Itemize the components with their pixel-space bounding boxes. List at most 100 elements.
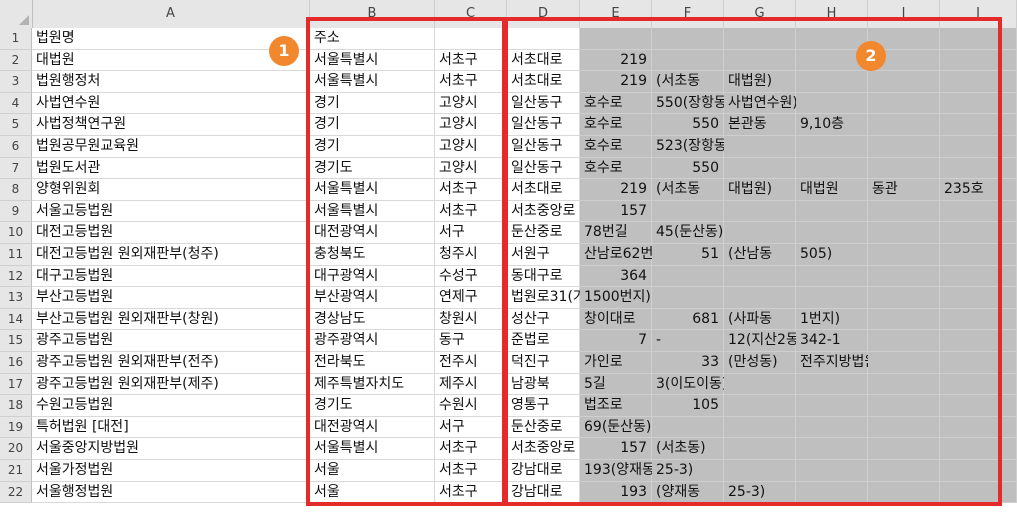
cell-j9[interactable] xyxy=(940,200,1017,223)
cell-g22[interactable]: 25-3) xyxy=(724,481,796,504)
cell-c8[interactable]: 서초구 xyxy=(435,179,507,201)
cell-g10[interactable] xyxy=(724,222,796,244)
cell-b14[interactable]: 경상남도 xyxy=(310,308,435,331)
cell-j3[interactable] xyxy=(940,71,1017,93)
cell-b5[interactable]: 경기 xyxy=(310,114,435,136)
cell-d1[interactable] xyxy=(507,28,580,50)
cell-g18[interactable] xyxy=(724,395,796,417)
cell-f18[interactable]: 105 xyxy=(652,395,724,417)
cell-c16[interactable]: 전주시 xyxy=(435,352,507,374)
cell-a10[interactable]: 대전고등법원 xyxy=(32,222,310,244)
cell-j18[interactable] xyxy=(940,395,1017,417)
cell-b21[interactable]: 서울 xyxy=(310,460,435,482)
cell-j6[interactable] xyxy=(940,136,1017,158)
cell-e4[interactable]: 호수로 xyxy=(580,92,652,115)
cell-b10[interactable]: 대전광역시 xyxy=(310,222,435,244)
cell-b1[interactable]: 주소 xyxy=(310,28,435,50)
cell-a1[interactable]: 법원명 xyxy=(32,28,310,50)
cell-f14[interactable]: 681 xyxy=(652,308,724,331)
column-header-h[interactable]: H xyxy=(796,0,868,28)
cell-j16[interactable] xyxy=(940,352,1017,374)
row-header-7[interactable]: 7 xyxy=(0,157,32,180)
cell-e9[interactable]: 157 xyxy=(580,200,652,223)
column-header-j[interactable]: J xyxy=(940,0,1017,28)
cell-g20[interactable] xyxy=(724,438,796,460)
cell-d19[interactable]: 둔산중로 xyxy=(507,416,580,439)
cell-c12[interactable]: 수성구 xyxy=(435,265,507,288)
cell-e2[interactable]: 219 xyxy=(580,49,652,72)
row-header-10[interactable]: 10 xyxy=(0,222,32,244)
cell-g16[interactable]: (만성동) xyxy=(724,352,796,374)
row-header-19[interactable]: 19 xyxy=(0,416,32,439)
cell-e14[interactable]: 창이대로 xyxy=(580,308,652,331)
cell-j19[interactable] xyxy=(940,416,1017,439)
row-header-1[interactable]: 1 xyxy=(0,28,32,50)
cell-b8[interactable]: 서울특별시 xyxy=(310,179,435,201)
cell-h19[interactable] xyxy=(796,416,868,439)
row-header-12[interactable]: 12 xyxy=(0,265,32,288)
cell-b13[interactable]: 부산광역시 xyxy=(310,287,435,309)
cell-d13[interactable]: 법원로31(거 xyxy=(507,287,586,309)
row-header-14[interactable]: 14 xyxy=(0,308,32,331)
cell-j1[interactable] xyxy=(940,28,1017,50)
cell-e17[interactable]: 5길 xyxy=(580,373,652,396)
column-header-g[interactable]: G xyxy=(724,0,796,28)
cell-d9[interactable]: 서초중앙로 xyxy=(507,200,580,223)
row-header-15[interactable]: 15 xyxy=(0,330,32,352)
cell-e6[interactable]: 호수로 xyxy=(580,136,652,158)
cell-c5[interactable]: 고양시 xyxy=(435,114,507,136)
cell-e19[interactable]: 69(둔산동) xyxy=(580,416,652,439)
cell-b19[interactable]: 대전광역시 xyxy=(310,416,435,439)
cell-f12[interactable] xyxy=(652,265,724,288)
cell-a22[interactable]: 서울행정법원 xyxy=(32,481,310,504)
cell-h4[interactable] xyxy=(796,92,868,115)
cell-f16[interactable]: 33 xyxy=(652,352,724,374)
column-header-c[interactable]: C xyxy=(435,0,507,28)
cell-g2[interactable] xyxy=(724,49,796,72)
cell-b3[interactable]: 서울특별시 xyxy=(310,71,435,93)
cell-h9[interactable] xyxy=(796,200,868,223)
cell-g9[interactable] xyxy=(724,200,796,223)
cell-h1[interactable] xyxy=(796,28,868,50)
cell-f5[interactable]: 550 xyxy=(652,114,724,136)
cell-h17[interactable] xyxy=(796,373,868,396)
cell-e15[interactable]: 7 xyxy=(580,330,652,352)
cell-b20[interactable]: 서울특별시 xyxy=(310,438,435,460)
cell-b6[interactable]: 경기 xyxy=(310,136,435,158)
cell-b17[interactable]: 제주특별자치도 xyxy=(310,373,435,396)
cell-g11[interactable]: (산남동 xyxy=(724,244,796,266)
cell-g5[interactable]: 본관동 xyxy=(724,114,796,136)
row-header-21[interactable]: 21 xyxy=(0,460,32,482)
cell-c20[interactable]: 서초구 xyxy=(435,438,507,460)
cell-d17[interactable]: 남광북 xyxy=(507,373,580,396)
cell-f6[interactable]: 523(장항동) xyxy=(652,136,732,158)
cell-g12[interactable] xyxy=(724,265,796,288)
cell-h18[interactable] xyxy=(796,395,868,417)
cell-i15[interactable] xyxy=(868,330,940,352)
cell-g14[interactable]: (사파동 xyxy=(724,308,796,331)
cell-c21[interactable]: 서초구 xyxy=(435,460,507,482)
row-header-9[interactable]: 9 xyxy=(0,200,32,223)
cell-i16[interactable] xyxy=(868,352,940,374)
cell-e8[interactable]: 219 xyxy=(580,179,652,201)
cell-h13[interactable] xyxy=(796,287,868,309)
cell-a7[interactable]: 법원도서관 xyxy=(32,157,310,180)
cell-c19[interactable]: 서구 xyxy=(435,416,507,439)
cell-c14[interactable]: 창원시 xyxy=(435,308,507,331)
cell-f22[interactable]: (양재동 xyxy=(652,481,724,504)
cell-c7[interactable]: 고양시 xyxy=(435,157,507,180)
cell-e13[interactable]: 1500번지) xyxy=(580,287,652,309)
cell-c9[interactable]: 서초구 xyxy=(435,200,507,223)
cell-i8[interactable]: 동관 xyxy=(868,179,940,201)
cell-j12[interactable] xyxy=(940,265,1017,288)
cell-e7[interactable]: 호수로 xyxy=(580,157,652,180)
row-header-22[interactable]: 22 xyxy=(0,481,32,504)
cell-f3[interactable]: (서초동 xyxy=(652,71,724,93)
cell-f8[interactable]: (서초동 xyxy=(652,179,724,201)
column-header-d[interactable]: D xyxy=(507,0,580,28)
cell-b15[interactable]: 광주광역시 xyxy=(310,330,435,352)
column-header-b[interactable]: B xyxy=(310,0,435,28)
cell-g19[interactable] xyxy=(724,416,796,439)
row-header-13[interactable]: 13 xyxy=(0,287,32,309)
cell-d8[interactable]: 서초대로 xyxy=(507,179,580,201)
